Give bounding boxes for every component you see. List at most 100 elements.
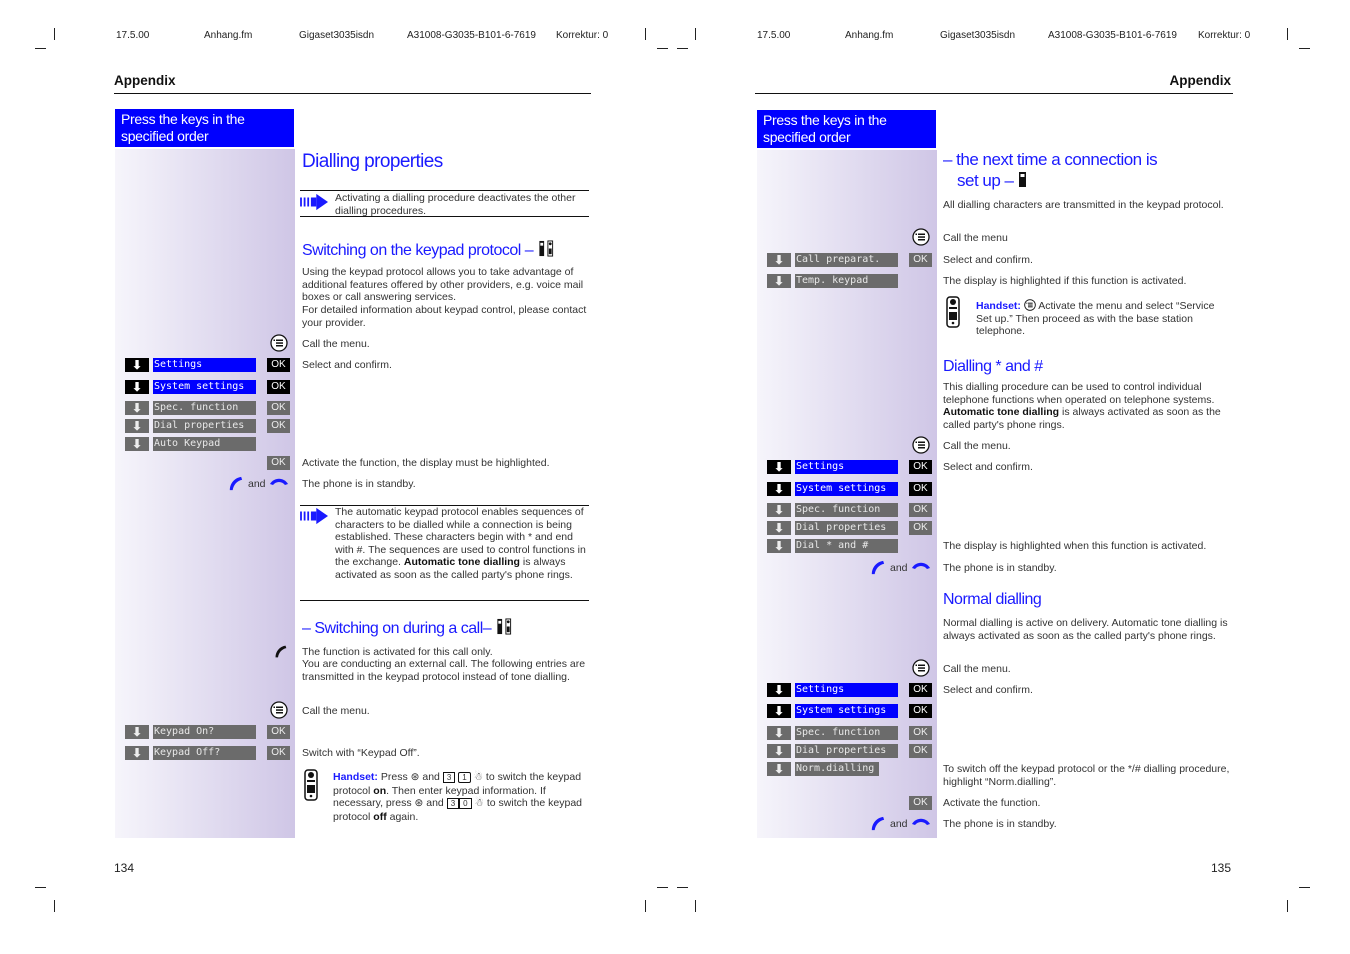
down-arrow-icon[interactable]: ⬇ xyxy=(767,683,791,697)
down-arrow-icon[interactable]: ⬇ xyxy=(125,358,149,372)
step-text: The display is highlighted when this fun… xyxy=(943,540,1207,552)
menu-label: Keypad Off? xyxy=(153,746,256,760)
ok-key[interactable]: OK xyxy=(267,380,290,394)
menu-label: Spec. function xyxy=(153,401,256,415)
ok-key[interactable]: OK xyxy=(909,744,932,758)
down-arrow-icon[interactable]: ⬇ xyxy=(125,725,149,739)
down-arrow-icon[interactable]: ⬇ xyxy=(125,401,149,415)
divider xyxy=(114,93,591,94)
crop-mark xyxy=(677,48,688,49)
down-arrow-icon[interactable]: ⬇ xyxy=(125,746,149,760)
step-text: Select and confirm. xyxy=(943,254,1033,266)
menu-key-icon[interactable] xyxy=(270,334,288,352)
menu-label: Norm.dialling xyxy=(795,762,879,776)
ok-key[interactable]: OK xyxy=(909,503,932,517)
menu-key-icon[interactable] xyxy=(912,228,930,246)
ok-key[interactable]: OK xyxy=(909,482,932,496)
header-date: 17.5.00 xyxy=(757,30,791,41)
para-bold: Automatic tone dialling xyxy=(943,406,1060,419)
ok-key[interactable]: OK xyxy=(909,683,932,697)
heading-text: – Switching on during a call– xyxy=(302,620,492,637)
crop-mark xyxy=(677,887,688,888)
paragraph: This dialling procedure can be used to c… xyxy=(943,381,1231,431)
step-text: The display is highlighted if this funct… xyxy=(943,275,1187,287)
crop-mark xyxy=(1299,887,1310,888)
ok-key[interactable]: OK xyxy=(267,725,290,739)
key-icon: 3 xyxy=(446,798,460,810)
step-text: Call the menu xyxy=(943,232,1008,244)
ok-key[interactable]: OK xyxy=(909,460,932,474)
divider xyxy=(300,190,589,191)
note-text: Activating a dialling procedure deactiva… xyxy=(335,192,576,217)
crop-mark xyxy=(54,900,55,912)
menu-key-icon[interactable] xyxy=(270,701,288,719)
key-column-header: Press the keys in the specified order xyxy=(115,109,294,147)
note-part: again. xyxy=(389,810,419,823)
menu-key-icon[interactable] xyxy=(912,659,930,677)
ok-key[interactable]: OK xyxy=(909,726,932,740)
crop-mark xyxy=(35,48,46,49)
menu-label: System settings xyxy=(795,482,898,496)
note-bold: Automatic tone dialling xyxy=(403,556,520,569)
step-text: Call the menu. xyxy=(943,663,1011,675)
down-arrow-icon[interactable]: ⬇ xyxy=(767,539,791,553)
ok-key[interactable]: OK xyxy=(267,401,290,415)
ok-key[interactable]: OK xyxy=(909,253,932,267)
paragraph: The function is activated for this call … xyxy=(302,646,493,658)
handset-icon xyxy=(946,296,960,328)
step-text: Call the menu. xyxy=(302,705,370,717)
down-arrow-icon[interactable]: ⬇ xyxy=(767,521,791,535)
down-arrow-icon[interactable]: ⬇ xyxy=(125,419,149,433)
down-arrow-icon[interactable]: ⬇ xyxy=(767,482,791,496)
down-arrow-icon[interactable]: ⬇ xyxy=(767,726,791,740)
down-arrow-icon[interactable]: ⬇ xyxy=(767,704,791,718)
r-key-icon: ☃ xyxy=(473,771,483,783)
down-arrow-icon[interactable]: ⬇ xyxy=(767,503,791,517)
step-text: To switch off the keypad protocol or the… xyxy=(943,763,1230,788)
down-arrow-icon[interactable]: ⬇ xyxy=(767,460,791,474)
header-file: Anhang.fm xyxy=(845,30,894,41)
menu-label: Dial * and # xyxy=(795,539,898,553)
menu-label: Temp. keypad xyxy=(795,274,898,288)
down-arrow-icon[interactable]: ⬇ xyxy=(125,380,149,394)
heading-text: set up – xyxy=(957,171,1014,190)
ok-key[interactable]: OK xyxy=(267,746,290,760)
down-arrow-icon[interactable]: ⬇ xyxy=(767,274,791,288)
down-arrow-icon[interactable]: ⬇ xyxy=(767,762,791,776)
ok-key[interactable]: OK xyxy=(267,456,290,470)
ok-key[interactable]: OK xyxy=(267,419,290,433)
crop-mark xyxy=(657,48,668,49)
key-icon: 1 xyxy=(458,772,471,783)
ok-key[interactable]: OK xyxy=(909,521,932,535)
phone-icon xyxy=(1018,172,1026,187)
ok-key[interactable]: OK xyxy=(267,358,290,372)
step-text: Call the menu. xyxy=(943,440,1011,452)
header-docnum: A31008-G3035-B101-6-7619 xyxy=(1048,30,1177,41)
note-arrow-icon xyxy=(299,193,330,211)
menu-label: Call preparat. xyxy=(795,253,898,267)
menu-key-icon[interactable] xyxy=(912,436,930,454)
note-part: and xyxy=(422,771,440,783)
ok-key[interactable]: OK xyxy=(909,796,932,810)
section-heading: Switching on the keypad protocol – xyxy=(302,240,555,261)
menu-label: Auto Keypad xyxy=(153,437,256,451)
header-docnum: A31008-G3035-B101-6-7619 xyxy=(407,30,536,41)
page-number: 135 xyxy=(1210,861,1231,875)
step-text: Select and confirm. xyxy=(943,684,1033,696)
note-arrow-icon xyxy=(299,507,330,525)
menu-label: Dial properties xyxy=(153,419,256,433)
down-arrow-icon[interactable]: ⬇ xyxy=(125,437,149,451)
menu-label: Spec. function xyxy=(795,503,898,517)
menu-label: System settings xyxy=(153,380,256,394)
down-arrow-icon[interactable]: ⬇ xyxy=(767,253,791,267)
note-part: and xyxy=(426,797,444,810)
step-text: Select and confirm. xyxy=(943,461,1033,473)
section-title: Appendix xyxy=(1169,73,1231,88)
down-arrow-icon[interactable]: ⬇ xyxy=(767,744,791,758)
section-heading: – Switching on during a call– xyxy=(302,618,513,639)
divider xyxy=(755,93,1233,94)
para-part: This dialling procedure can be used to c… xyxy=(943,381,1215,406)
phones-icon xyxy=(537,240,555,257)
section-title: Appendix xyxy=(114,73,176,88)
ok-key[interactable]: OK xyxy=(909,704,932,718)
